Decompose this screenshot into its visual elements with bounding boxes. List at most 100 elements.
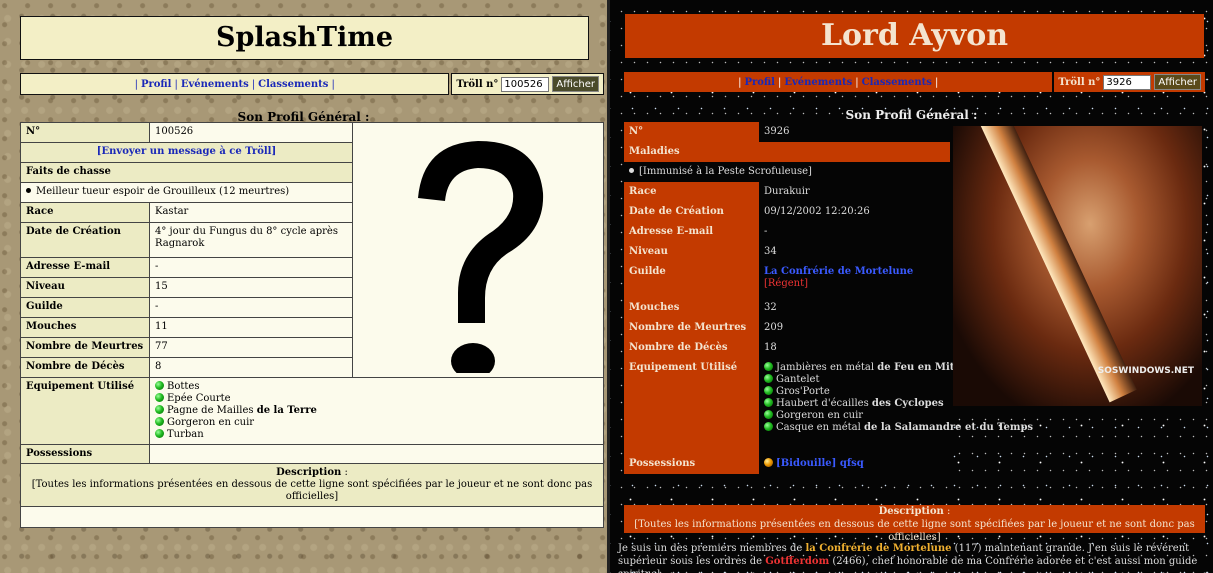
send-message-link[interactable]: [Envoyer un message à ce Tröll] — [97, 146, 276, 157]
equipment-list: Bottes Epée Courte Pagne de Mailles de l… — [149, 377, 604, 445]
number-label: N° — [624, 122, 759, 142]
kills-label: Nombre de Meurtres — [20, 337, 150, 358]
portrait-placeholder — [352, 122, 604, 379]
table-row: Possessions [Bidouille] qfsq — [624, 454, 950, 474]
diseases-label: Maladies — [624, 142, 950, 162]
player-bio: Je suis un des premiers membres de la Co… — [618, 543, 1198, 573]
table-row: [Immunisé à la Peste Scrofuleuse] — [624, 162, 950, 182]
profile-table: N° 100526 [Envoyer un message à ce Tröll… — [20, 122, 604, 528]
email-value: - — [149, 257, 353, 278]
creation-value: 4° jour du Fungus du 8° cycle après Ragn… — [149, 222, 353, 258]
bullet-icon — [629, 168, 634, 173]
nav-link-profil[interactable]: Profil — [141, 79, 172, 90]
nav-link-profil[interactable]: Profil — [744, 77, 775, 88]
nav-separator: | — [251, 78, 256, 90]
nav-link-classements[interactable]: Classements — [862, 77, 932, 88]
table-row: Mouches 32 — [624, 298, 950, 318]
troll-number-input[interactable] — [501, 76, 550, 92]
description-note: [Toutes les informations présentées en d… — [634, 519, 1195, 543]
description-note: [Toutes les informations présentées en d… — [31, 479, 593, 502]
kills-value: 77 — [149, 337, 353, 358]
hunting-list: Meilleur tueur espoir de Grouilleux (12 … — [20, 182, 353, 203]
table-row: Possessions — [20, 444, 604, 464]
nav-separator: | — [174, 78, 178, 90]
nav-link-evenements[interactable]: Evénements — [784, 77, 852, 88]
creation-value: 09/12/2002 12:20:26 — [759, 202, 950, 222]
green-dot-icon — [764, 374, 773, 383]
table-row: Maladies — [624, 142, 950, 162]
guild-value: La Confrérie de Mortelune [Régent] — [759, 262, 950, 298]
table-row: Race Durakuir — [624, 182, 950, 202]
table-row: Equipement Utilisé Bottes Epée Courte Pa… — [20, 377, 604, 445]
bio-guild-link[interactable]: la Confrérie de Mortelune — [805, 543, 951, 554]
table-row: Niveau 34 — [624, 242, 950, 262]
table-row: Nombre de Meurtres 209 — [624, 318, 950, 338]
possessions-value — [149, 444, 604, 464]
orange-dot-icon — [764, 458, 773, 467]
possessions-value: [Bidouille] qfsq — [759, 454, 950, 474]
email-value: - — [759, 222, 950, 242]
possession-link[interactable]: [Bidouille] qfsq — [776, 458, 864, 469]
list-item: Turban — [155, 429, 598, 441]
level-value: 34 — [759, 242, 950, 262]
level-label: Niveau — [624, 242, 759, 262]
troll-number-input[interactable] — [1103, 74, 1152, 90]
profile-table: N° 3926 Maladies [Immunisé à la Peste Sc… — [624, 122, 1033, 474]
creation-label: Date de Création — [624, 202, 759, 222]
table-row: Equipement Utilisé Jambières en métal de… — [624, 358, 1033, 454]
level-value: 15 — [149, 277, 353, 298]
guild-label: Guilde — [20, 297, 150, 318]
table-row: Description : [Toutes les informations p… — [20, 463, 604, 507]
list-item: [Immunisé à la Peste Scrofuleuse] — [639, 166, 812, 177]
list-item: Gros'Porte — [764, 386, 945, 398]
level-label: Niveau — [20, 277, 150, 298]
number-value: 3926 — [759, 122, 950, 142]
flies-value: 11 — [149, 317, 353, 338]
list-item: Casque en métal de la Salamandre et du T… — [764, 422, 1033, 434]
green-dot-icon — [155, 381, 164, 390]
equipment-list: Jambières en métal de Feu en Mithril Gan… — [759, 358, 1033, 454]
list-item: Gantelet — [764, 374, 945, 386]
possessions-label: Possessions — [624, 454, 759, 474]
page-title: Lord Ayvon — [625, 14, 1204, 58]
guild-value: - — [149, 297, 353, 318]
troll-lookup: Tröll n° Afficher — [1054, 72, 1205, 92]
afficher-button[interactable]: Afficher — [1154, 74, 1201, 90]
race-value: Durakuir — [759, 182, 950, 202]
troll-portrait-image: SOSWINDOWS.NET — [953, 126, 1202, 406]
afficher-button[interactable]: Afficher — [552, 76, 599, 92]
flies-value: 32 — [759, 298, 950, 318]
description-label: Description — [878, 506, 944, 517]
nav-separator: | — [134, 78, 138, 90]
left-profile-pane: SplashTime | Profil | Evénements | Class… — [0, 0, 607, 573]
guild-role: [Régent] — [764, 278, 809, 289]
table-row — [20, 506, 604, 528]
green-dot-icon — [155, 429, 164, 438]
profile-heading: Son Profil Général : — [845, 108, 978, 122]
image-credit: SOSWINDOWS.NET — [1097, 366, 1194, 376]
number-value: 100526 — [149, 122, 353, 143]
nav-link-evenements[interactable]: Evénements — [181, 79, 249, 90]
list-item: Haubert d'écailles des Cyclopes — [764, 398, 945, 410]
green-dot-icon — [764, 422, 773, 431]
bio-leader-link[interactable]: Gotfferdom — [765, 556, 829, 567]
troll-number-label: Tröll n° — [1058, 76, 1101, 88]
nav-separator: | — [855, 76, 859, 88]
green-dot-icon — [764, 410, 773, 419]
table-row: N° 100526 — [20, 122, 604, 379]
table-row: Adresse E-mail - — [624, 222, 950, 242]
nav-bar: | Profil | Evénements | Classements | Tr… — [20, 73, 604, 95]
green-dot-icon — [155, 393, 164, 402]
nav-separator: | — [738, 76, 742, 88]
list-item: Jambières en métal de Feu en Mithril — [764, 362, 975, 374]
nav-link-classements[interactable]: Classements — [258, 79, 328, 90]
guild-link[interactable]: La Confrérie de Mortelune — [764, 266, 913, 277]
troll-number-label: Tröll n° — [456, 78, 499, 90]
kills-value: 209 — [759, 318, 950, 338]
table-row: Guilde La Confrérie de Mortelune [Régent… — [624, 262, 950, 298]
table-row: N° 3926 — [624, 122, 950, 142]
creation-label: Date de Création — [20, 222, 150, 258]
possessions-label: Possessions — [20, 444, 150, 464]
table-row: Date de Création 09/12/2002 12:20:26 — [624, 202, 950, 222]
list-item: Bottes — [155, 381, 598, 393]
